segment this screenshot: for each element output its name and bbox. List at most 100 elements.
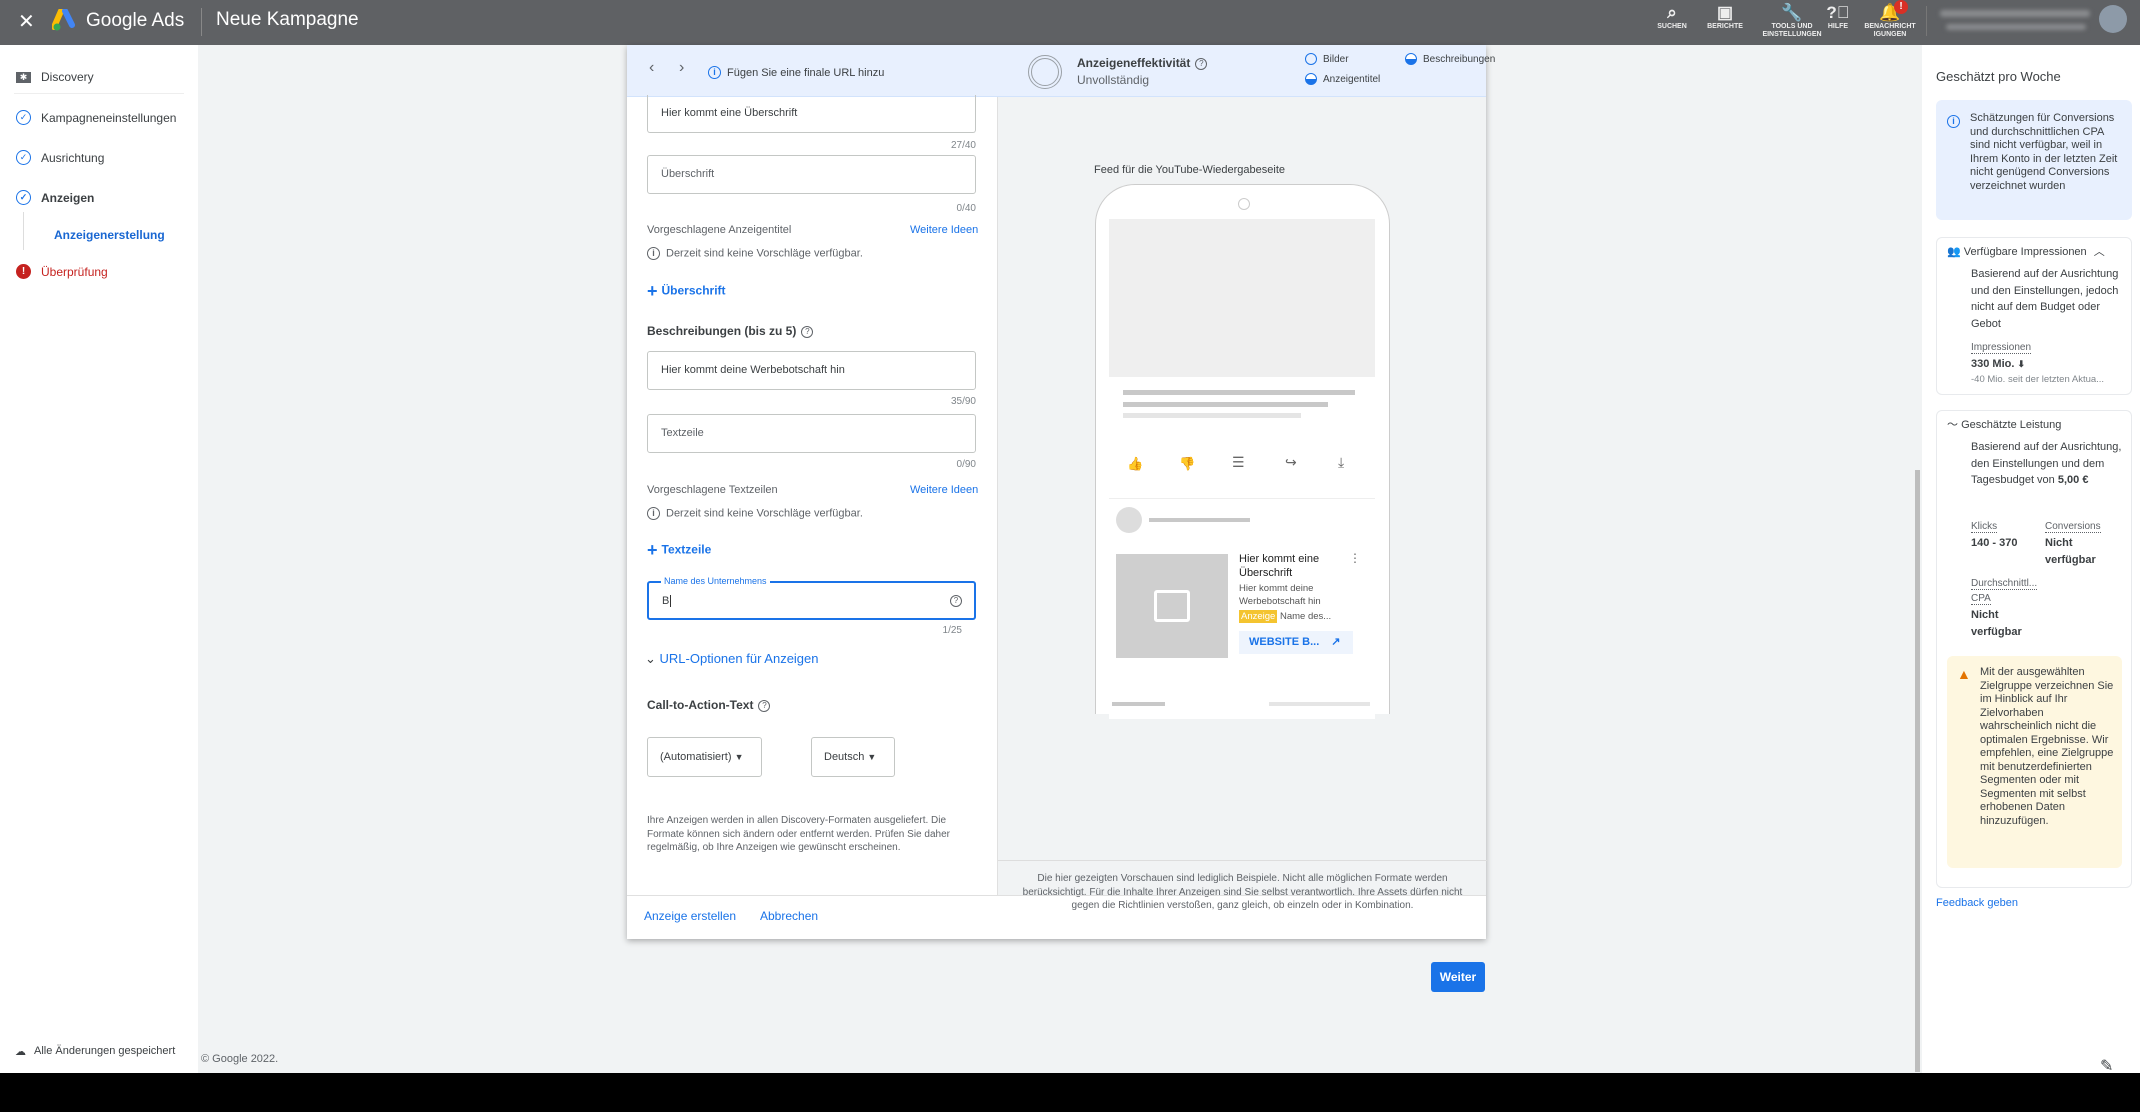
sidebar-item-kampagneneinstellungen[interactable]: ✓ Kampagneneinstellungen bbox=[16, 110, 176, 125]
arrow-down-icon: ⬇ bbox=[2017, 359, 2026, 369]
info-icon: i bbox=[647, 507, 660, 520]
account-info-blurred[interactable] bbox=[1940, 10, 2090, 17]
ad-description: Hier kommt deine Werbebotschaft hin bbox=[1239, 583, 1321, 607]
save-status: ☁ Alle Änderungen gespeichert bbox=[15, 1045, 176, 1058]
no-suggestions: i Derzeit sind keine Vorschläge verfügbar… bbox=[647, 507, 863, 520]
more-ideas-link[interactable]: Weitere Ideen bbox=[910, 224, 978, 236]
add-description-button[interactable]: + Textzeile bbox=[647, 540, 711, 561]
account-id-blurred bbox=[1946, 24, 2086, 30]
help-icon[interactable]: ? bbox=[801, 325, 814, 338]
headline-field-2[interactable]: Überschrift bbox=[647, 155, 976, 194]
description-field-1[interactable]: Hier kommt deine Werbebotschaft hin bbox=[647, 351, 976, 390]
clicks-value: 140 - 370 bbox=[1971, 537, 2018, 549]
more-ideas-link[interactable]: Weitere Ideen bbox=[910, 484, 978, 496]
notifications-button[interactable]: 🔔 BENACHRICHT IGUNGEN ! bbox=[1860, 0, 1920, 39]
dialog-header: ‹ › i Fügen Sie eine finale URL hinzu Anz… bbox=[627, 45, 1495, 97]
impressions-change: -40 Mio. seit der letzten Aktua... bbox=[1971, 374, 2105, 385]
half-circle-icon bbox=[1305, 73, 1317, 85]
cpa-label: Durchschnittl... CPA bbox=[1971, 578, 2038, 605]
chevron-left-icon[interactable]: ‹ bbox=[649, 59, 654, 77]
close-icon[interactable]: ✕ bbox=[18, 9, 35, 34]
language-select[interactable]: Deutsch ▼ bbox=[811, 737, 895, 777]
ad-cta-button[interactable]: WEBSITE B... ↗ bbox=[1239, 631, 1353, 654]
panel-title: Geschätzt pro Woche bbox=[1936, 69, 2061, 84]
cta-label: Call-to-Action-Text? bbox=[647, 698, 771, 712]
no-suggestions: i Derzeit sind keine Vorschläge verfügbar… bbox=[647, 247, 863, 260]
notification-badge: ! bbox=[1894, 0, 1908, 14]
ad-badge: Anzeige bbox=[1239, 610, 1278, 623]
impressions-card: 👥 Verfügbare Impressionen ︿ Basierend au… bbox=[1936, 237, 2132, 395]
business-name-field[interactable]: Name des Unternehmens B ? bbox=[647, 574, 976, 620]
sidebar-item-anzeigenerstellung[interactable]: Anzeigenerstellung bbox=[54, 228, 165, 242]
sidebar-item-ausrichtung[interactable]: ✓ Ausrichtung bbox=[16, 150, 104, 165]
field-label: Name des Unternehmens bbox=[661, 574, 770, 588]
google-ads-logo-icon bbox=[51, 8, 78, 31]
cta-select[interactable]: (Automatisiert) ▼ bbox=[647, 737, 762, 777]
bell-icon: 🔔 bbox=[1879, 3, 1901, 22]
url-options-toggle[interactable]: ⌄ URL-Optionen für Anzeigen bbox=[645, 651, 819, 667]
top-bar: ✕ Google Ads Neue Kampagne ⌕ SUCHEN ▣ BERI… bbox=[0, 0, 2140, 45]
thumbs-down-icon: 👎 bbox=[1179, 456, 1196, 471]
impressions-desc: Basierend auf der Ausrichtung und den Ei… bbox=[1971, 268, 2119, 330]
effectiveness-ring bbox=[1028, 55, 1062, 89]
info-icon: i bbox=[1947, 115, 1960, 128]
help-button[interactable]: ?⃝ HILFE bbox=[1808, 3, 1868, 31]
cancel-button[interactable]: Abbrechen bbox=[760, 909, 818, 923]
sidebar-item-ueberpruefung[interactable]: ! Überprüfung bbox=[16, 264, 108, 279]
divider bbox=[14, 93, 184, 94]
scrollbar[interactable] bbox=[1915, 470, 1920, 1072]
next-button[interactable]: Weiter bbox=[1431, 962, 1485, 992]
screen: 👍 👎 ☰ ↪ ⤓ Hier kommt eine Überschrift ⋮ … bbox=[1109, 219, 1375, 719]
sidebar-campaign-type: ✱ Discovery bbox=[16, 70, 94, 84]
conversions-value: Nicht verfügbar bbox=[2045, 537, 2096, 566]
plus-icon: + bbox=[647, 540, 658, 560]
error-icon: ! bbox=[16, 264, 31, 279]
divider bbox=[1926, 6, 1927, 36]
help-icon[interactable]: ? bbox=[950, 595, 962, 607]
reports-button[interactable]: ▣ BERICHTE bbox=[1695, 3, 1755, 31]
help-icon[interactable]: ? bbox=[1195, 57, 1208, 70]
effectiveness-value: Unvollständig bbox=[1077, 73, 1150, 87]
estimates-panel: Geschätzt pro Woche i Schätzungen für Co… bbox=[1922, 45, 2140, 1073]
headline-field-1[interactable]: Hier kommt eine Überschrift bbox=[647, 95, 976, 133]
performance-card: 〜 Geschätzte Leistung Basierend auf der … bbox=[1936, 410, 2132, 888]
help-icon[interactable]: ? bbox=[758, 699, 771, 712]
step-line bbox=[23, 212, 24, 250]
reports-icon: ▣ bbox=[1716, 3, 1734, 22]
conversions-label: Conversions bbox=[2045, 521, 2101, 533]
chevron-right-icon[interactable]: › bbox=[679, 59, 684, 77]
thumbs-up-icon: 👍 bbox=[1127, 456, 1144, 471]
char-counter: 27/40 bbox=[950, 140, 976, 151]
impressions-value: 330 Mio. ⬇ bbox=[1971, 358, 2026, 370]
cloud-done-icon: ☁ bbox=[15, 1046, 26, 1058]
copyright: © Google 2022. bbox=[201, 1053, 279, 1065]
asset-bilder: Bilder bbox=[1305, 53, 1349, 65]
formats-note: Ihre Anzeigen werden in allen Discovery-… bbox=[647, 815, 950, 853]
video-placeholder bbox=[1109, 219, 1375, 377]
performance-desc: Basierend auf der Ausrichtung, den Einst… bbox=[1971, 441, 2122, 486]
create-ad-button[interactable]: Anzeige erstellen bbox=[644, 909, 736, 923]
clicks-label: Klicks bbox=[1971, 521, 1998, 533]
trend-icon: 〜 bbox=[1947, 419, 1958, 431]
sidebar-item-anzeigen[interactable]: ✓ Anzeigen bbox=[16, 190, 94, 205]
feedback-link[interactable]: Feedback geben bbox=[1936, 897, 2018, 909]
avatar[interactable] bbox=[2099, 5, 2127, 33]
help-icon: ?⃝ bbox=[1826, 3, 1850, 22]
char-counter: 0/40 bbox=[956, 203, 976, 214]
dropdown-arrow-icon: ▼ bbox=[734, 752, 744, 762]
description-field-2[interactable]: Textzeile bbox=[647, 414, 976, 453]
open-in-new-icon: ↗ bbox=[1331, 636, 1341, 648]
search-button[interactable]: ⌕ SUCHEN bbox=[1642, 3, 1702, 31]
info-icon: i bbox=[708, 66, 721, 80]
more-vert-icon[interactable]: ⋮ bbox=[1349, 551, 1361, 565]
search-icon: ⌕ bbox=[1667, 3, 1677, 22]
impressions-metric: Impressionen bbox=[1971, 342, 2032, 354]
empty-circle-icon bbox=[1305, 53, 1317, 65]
info-icon: i bbox=[647, 247, 660, 260]
impressions-header[interactable]: 👥 Verfügbare Impressionen ︿ bbox=[1947, 244, 2105, 261]
add-headline-button[interactable]: + Überschrift bbox=[647, 281, 726, 302]
field-value: B bbox=[662, 595, 670, 607]
check-circle-icon: ✓ bbox=[16, 110, 31, 125]
plus-icon: + bbox=[647, 281, 658, 301]
dropdown-arrow-icon: ▼ bbox=[867, 752, 877, 762]
